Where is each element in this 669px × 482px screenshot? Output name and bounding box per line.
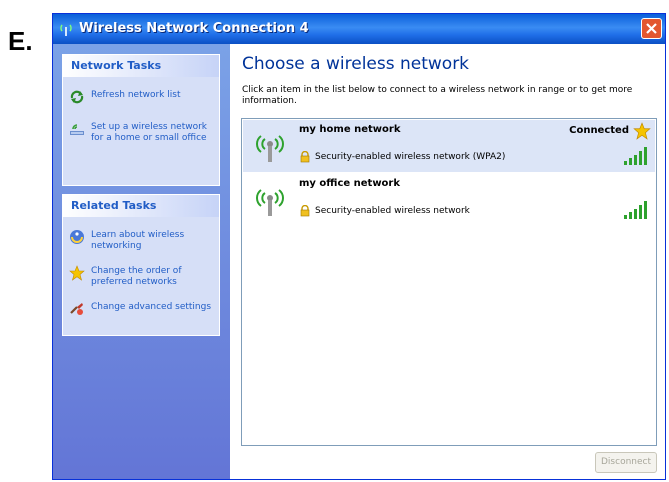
wireless-antenna-icon <box>256 135 284 162</box>
network-name: my home network <box>299 124 401 135</box>
close-icon <box>646 23 657 34</box>
task-label: Change advanced settings <box>91 302 212 312</box>
security-lock-icon <box>300 205 310 217</box>
task-label: Learn about wireless networking <box>91 230 185 251</box>
task-refresh-network-list[interactable]: Refresh network list <box>69 89 215 111</box>
security-type: Security-enabled wireless network (WPA2) <box>315 152 506 162</box>
task-label: Change the order of preferred networks <box>91 266 182 287</box>
task-label: Set up a wireless network for a home or … <box>91 122 208 143</box>
star-icon <box>69 265 85 281</box>
setup-network-icon <box>70 124 84 135</box>
task-change-network-order[interactable]: Change the order of preferred networks <box>69 265 215 289</box>
wireless-network-icon <box>60 24 72 36</box>
main-content: Choose a wireless network Click an item … <box>230 44 665 479</box>
related-tasks-panel: Related Tasks Learn about wireless netwo… <box>62 194 220 336</box>
network-item-my-home-network[interactable]: my home network Connected Security-enabl… <box>243 120 655 172</box>
window-title: Wireless Network Connection 4 <box>79 21 309 36</box>
security-lock-icon <box>300 151 310 163</box>
sidebar: Network Tasks Refresh network list Set u… <box>53 44 230 479</box>
title-bar[interactable]: Wireless Network Connection 4 <box>53 14 665 44</box>
network-tasks-panel: Network Tasks Refresh network list Set u… <box>62 54 220 186</box>
disconnect-button[interactable]: Disconnect <box>595 452 657 473</box>
page-title: Choose a wireless network <box>242 54 470 74</box>
signal-strength-icon <box>624 147 647 165</box>
refresh-icon <box>70 90 84 104</box>
wireless-antenna-icon <box>256 189 284 216</box>
connection-status: Connected <box>569 125 629 136</box>
network-list[interactable]: my home network Connected Security-enabl… <box>241 118 657 446</box>
network-name: my office network <box>299 178 401 189</box>
instructions-text: Click an item in the list below to conne… <box>242 85 633 106</box>
task-label: Refresh network list <box>91 90 181 100</box>
wireless-network-window: Wireless Network Connection 4 Network Ta… <box>52 13 666 480</box>
panel-title-related-tasks[interactable]: Related Tasks <box>63 195 219 217</box>
task-learn-wireless[interactable]: Learn about wireless networking <box>69 229 215 253</box>
settings-icon <box>70 303 83 315</box>
figure-label: E. <box>8 26 33 56</box>
signal-strength-icon <box>624 201 647 219</box>
help-icon <box>70 230 84 244</box>
close-button[interactable] <box>641 18 662 39</box>
preferred-star-icon <box>633 122 651 140</box>
network-item-my-office-network[interactable]: my office network Security-enabled wirel… <box>243 174 655 226</box>
panel-title-network-tasks[interactable]: Network Tasks <box>63 55 219 77</box>
task-change-advanced-settings[interactable]: Change advanced settings <box>69 301 215 325</box>
security-type: Security-enabled wireless network <box>315 206 470 216</box>
task-setup-wireless-network[interactable]: Set up a wireless network for a home or … <box>69 121 215 149</box>
